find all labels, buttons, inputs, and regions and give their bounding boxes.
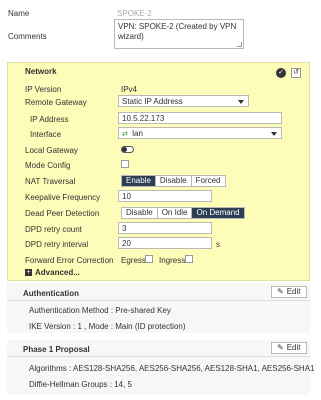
fec-ingress-label: Ingress xyxy=(159,256,186,265)
dpd-segmented: Disable On Idle On Demand xyxy=(121,207,245,219)
dpd-retry-count-label: DPD retry count xyxy=(25,225,82,234)
keepalive-label: Keepalive Frequency xyxy=(25,193,101,202)
nat-traversal-label: NAT Traversal xyxy=(25,177,76,186)
phase1-edit-label: Edit xyxy=(286,343,301,352)
advanced-label: Advanced... xyxy=(35,268,80,277)
fec-ingress-checkbox[interactable] xyxy=(185,255,193,263)
plus-square-icon: + xyxy=(25,269,32,276)
keepalive-value: 10 xyxy=(122,192,131,201)
nat-disable-option[interactable]: Disable xyxy=(155,176,192,186)
nat-enable-option[interactable]: Enable xyxy=(122,176,156,186)
authentication-method-text: Authentication Method : Pre-shared Key xyxy=(29,306,171,315)
check-circle-icon[interactable]: ✓ xyxy=(276,68,286,78)
interface-selected: lan xyxy=(132,129,143,138)
remote-gateway-label: Remote Gateway xyxy=(25,98,87,107)
chevron-down-icon xyxy=(271,132,277,136)
dpd-on-idle-option[interactable]: On Idle xyxy=(157,208,193,218)
local-gateway-label: Local Gateway xyxy=(25,146,78,155)
comments-textarea[interactable]: VPN: SPOKE-2 (Created by VPN wizard) xyxy=(114,19,244,49)
authentication-divider xyxy=(7,300,310,301)
dh-groups-text: Diffie-Hellman Groups : 14, 5 xyxy=(29,380,133,389)
dpd-retry-count-input[interactable]: 3 xyxy=(118,222,212,234)
remote-gateway-select[interactable]: Static IP Address xyxy=(118,95,249,107)
comments-label: Comments xyxy=(8,32,47,41)
interface-label: Interface xyxy=(30,130,62,139)
pencil-icon: ✎ xyxy=(277,343,284,352)
algorithms-text: Algorithms : AES128-SHA256, AES256-SHA25… xyxy=(29,364,315,373)
fec-egress-label: Egress xyxy=(121,256,146,265)
chevron-down-icon xyxy=(238,100,244,104)
dpd-retry-interval-unit: s xyxy=(216,240,220,249)
comments-text: VPN: SPOKE-2 (Created by VPN wizard) xyxy=(118,22,237,41)
dpd-retry-interval-input[interactable]: 20 xyxy=(118,237,212,249)
nat-traversal-segmented: Enable Disable Forced xyxy=(121,175,226,187)
phase1-divider xyxy=(7,356,310,357)
local-gateway-toggle[interactable] xyxy=(121,146,134,153)
network-title: Network xyxy=(25,67,57,76)
mode-config-checkbox[interactable] xyxy=(121,160,129,168)
phase1-title: Phase 1 Proposal xyxy=(23,345,90,354)
resize-handle-icon[interactable] xyxy=(237,42,242,47)
advanced-toggle[interactable]: + Advanced... xyxy=(25,268,80,277)
phase1-edit-button[interactable]: ✎ Edit xyxy=(271,342,307,354)
pencil-icon: ✎ xyxy=(277,287,284,296)
authentication-title: Authentication xyxy=(23,289,79,298)
ip-address-value: 10.5.22.173 xyxy=(122,114,165,123)
ike-version-text: IKE Version : 1 , Mode : Main (ID protec… xyxy=(29,322,186,331)
ip-version-label: IP Version xyxy=(25,85,62,94)
fec-label: Forward Error Correction xyxy=(25,256,114,265)
ip-address-label: IP Address xyxy=(30,115,69,124)
authentication-edit-label: Edit xyxy=(286,287,301,296)
keepalive-input[interactable]: 10 xyxy=(118,190,212,202)
ip-address-input[interactable]: 10.5.22.173 xyxy=(118,112,282,124)
dpd-retry-count-value: 3 xyxy=(122,224,127,233)
authentication-edit-button[interactable]: ✎ Edit xyxy=(271,286,307,298)
dpd-on-demand-option[interactable]: On Demand xyxy=(192,208,244,218)
mode-config-label: Mode Config xyxy=(25,161,71,170)
nat-forced-option[interactable]: Forced xyxy=(191,176,225,186)
remote-gateway-selected: Static IP Address xyxy=(122,97,183,106)
fec-egress-checkbox[interactable] xyxy=(145,255,153,263)
name-value: SPOKE-2 xyxy=(117,9,152,18)
dpd-retry-interval-label: DPD retry interval xyxy=(25,240,89,249)
name-label: Name xyxy=(8,9,30,18)
dpd-retry-interval-value: 20 xyxy=(122,239,131,248)
dpd-label: Dead Peer Detection xyxy=(25,209,100,218)
ip-version-value: IPv4 xyxy=(121,85,138,94)
interface-select[interactable]: ⇄ lan xyxy=(118,127,282,139)
dpd-disable-option[interactable]: Disable xyxy=(122,208,158,218)
network-interface-icon: ⇄ xyxy=(122,131,128,138)
undo-icon[interactable]: ↺ xyxy=(291,68,301,78)
